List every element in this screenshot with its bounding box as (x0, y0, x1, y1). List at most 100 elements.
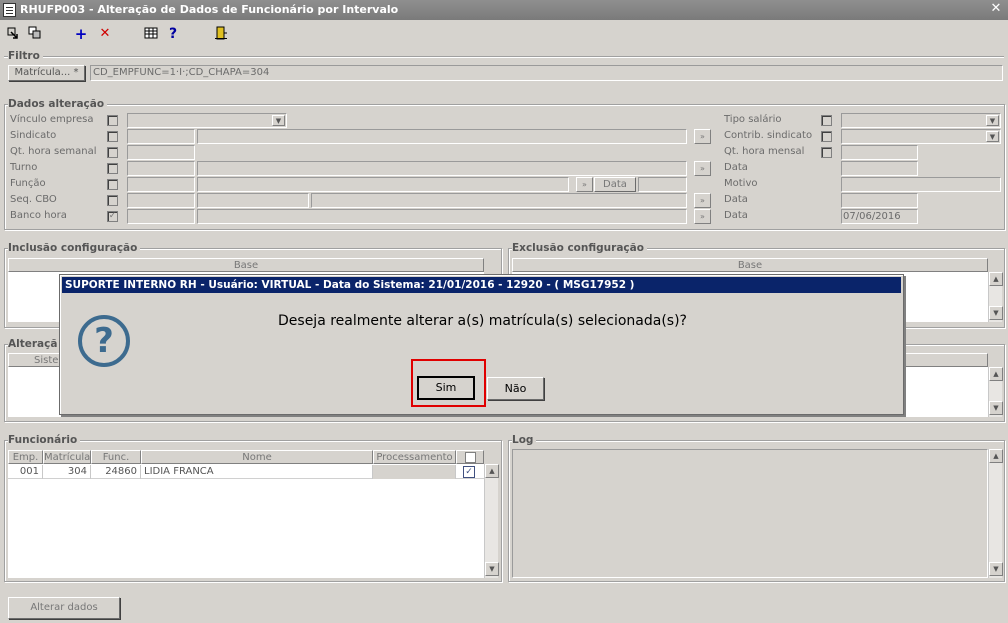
exit-door-icon[interactable] (212, 26, 230, 42)
window-title-bar: RHUFP003 - Alteração de Dados de Funcion… (0, 0, 1008, 20)
cell-func: 24860 (91, 465, 141, 479)
checkbox-sindicato[interactable] (107, 131, 118, 142)
checkbox-seq-cbo[interactable] (107, 195, 118, 206)
exclusao-scrollbar[interactable]: ▲ ▼ (988, 272, 1003, 322)
funcionario-scrollbar[interactable]: ▲ ▼ (484, 464, 499, 578)
funcao-data-field[interactable] (638, 177, 687, 192)
col-nome[interactable]: Nome (141, 450, 373, 464)
scroll-up-icon[interactable]: ▲ (989, 449, 1003, 463)
matricula-button[interactable]: Matrícula... * (8, 65, 85, 81)
label-banco-hora: Banco hora (10, 210, 67, 221)
cell-matricula: 304 (43, 465, 91, 479)
alteracao-title: Alteraçã (8, 338, 61, 350)
checkbox-qt-hora-mensal[interactable] (821, 147, 832, 158)
funcionario-list[interactable]: 001 304 24860 LIDIA FRANCA ✓ (8, 464, 484, 578)
scroll-down-icon[interactable]: ▼ (989, 306, 1003, 320)
checkbox-vinculo-empresa[interactable] (107, 115, 118, 126)
motivo-field[interactable] (841, 177, 1001, 192)
funcao-code-field[interactable] (127, 177, 195, 192)
funcao-zoom-icon[interactable]: » (576, 177, 593, 192)
vinculo-empresa-select[interactable]: ▼ (127, 113, 287, 128)
checkbox-tipo-salario[interactable] (821, 115, 832, 126)
contrib-sindicato-select[interactable]: ▼ (841, 129, 1001, 144)
label-qt-hora-semanal: Qt. hora semanal (10, 146, 97, 157)
help-icon[interactable]: ? (164, 26, 182, 42)
checkbox-qt-hora-semanal[interactable] (107, 147, 118, 158)
first-record-icon[interactable] (4, 26, 22, 42)
chevron-down-icon[interactable]: ▼ (986, 131, 999, 142)
alteracao-scrollbar[interactable]: ▲ ▼ (988, 367, 1003, 417)
turno-name-field[interactable] (197, 161, 687, 176)
filtro-expression-field[interactable]: CD_EMPFUNC=1·I·;CD_CHAPA=304 (90, 65, 1003, 81)
banco-hora-zoom-icon[interactable]: » (694, 209, 711, 224)
label-turno-data: Data (724, 162, 748, 173)
turno-code-field[interactable] (127, 161, 195, 176)
col-emp[interactable]: Emp. (8, 450, 43, 464)
dialog-title: SUPORTE INTERNO RH - Usuário: VIRTUAL - … (62, 277, 901, 293)
turno-data-field[interactable] (841, 161, 918, 176)
seq-cbo-code-field[interactable] (127, 193, 195, 208)
label-seq-cbo-data: Data (724, 194, 748, 205)
table-row[interactable]: 001 304 24860 LIDIA FRANCA ✓ (8, 465, 484, 479)
select-all-checkbox[interactable] (464, 452, 476, 463)
funcionario-header: Emp. Matrícula Func. Nome Processamento (8, 450, 484, 464)
log-textarea[interactable] (512, 449, 988, 578)
filtro-title: Filtro (8, 50, 43, 62)
turno-zoom-icon[interactable]: » (694, 161, 711, 176)
scroll-down-icon[interactable]: ▼ (485, 562, 499, 576)
sindicato-zoom-icon[interactable]: » (694, 129, 711, 144)
log-scrollbar[interactable]: ▲ ▼ (988, 449, 1003, 578)
funcao-name-field[interactable] (197, 177, 569, 192)
chevron-down-icon[interactable]: ▼ (272, 115, 285, 126)
label-tipo-salario: Tipo salário (724, 114, 782, 125)
scroll-down-icon[interactable]: ▼ (989, 562, 1003, 576)
label-motivo: Motivo (724, 178, 758, 189)
close-icon[interactable]: ✕ (988, 2, 1004, 17)
alterar-dados-button[interactable]: Alterar dados (8, 597, 120, 619)
sim-button[interactable]: Sim (417, 376, 475, 400)
checkbox-contrib-sindicato[interactable] (821, 131, 832, 142)
seq-cbo-name-field[interactable] (311, 193, 687, 208)
app-icon (3, 3, 16, 17)
exclusao-header-base[interactable]: Base (512, 258, 988, 272)
funcao-data-label: Data (594, 177, 636, 192)
label-seq-cbo: Seq. CBO (10, 194, 57, 205)
col-processamento[interactable]: Processamento (373, 450, 456, 464)
banco-hora-code-field[interactable] (127, 209, 195, 224)
scroll-up-icon[interactable]: ▲ (989, 272, 1003, 286)
toolbar: + ✕ ? (0, 22, 1008, 46)
scroll-up-icon[interactable]: ▲ (989, 367, 1003, 381)
sindicato-name-field[interactable] (197, 129, 687, 144)
col-func[interactable]: Func. (91, 450, 141, 464)
label-contrib-sindicato: Contrib. sindicato (724, 130, 813, 141)
checkbox-turno[interactable] (107, 163, 118, 174)
checkbox-banco-hora[interactable]: ✓ (107, 211, 118, 222)
scroll-up-icon[interactable]: ▲ (485, 464, 499, 478)
funcionario-title: Funcionário (8, 434, 81, 446)
chevron-down-icon[interactable]: ▼ (986, 115, 999, 126)
tipo-salario-select[interactable]: ▼ (841, 113, 1001, 128)
inclusao-title: Inclusão configuração (8, 242, 141, 254)
banco-hora-name-field[interactable] (197, 209, 687, 224)
banco-hora-data-field[interactable]: 07/06/2016 (841, 209, 918, 224)
copy-records-icon[interactable] (26, 26, 44, 42)
col-matricula[interactable]: Matrícula (43, 450, 91, 464)
cell-emp: 001 (8, 465, 43, 479)
nao-button[interactable]: Não (487, 377, 544, 400)
col-select-all[interactable] (456, 450, 484, 464)
dialog-message: Deseja realmente alterar a(s) matrícula(… (278, 313, 687, 329)
checkbox-funcao[interactable] (107, 179, 118, 190)
scroll-down-icon[interactable]: ▼ (989, 401, 1003, 415)
window-title: RHUFP003 - Alteração de Dados de Funcion… (20, 3, 399, 16)
row-checkbox[interactable]: ✓ (463, 466, 475, 478)
inclusao-header-base[interactable]: Base (8, 258, 484, 272)
sindicato-code-field[interactable] (127, 129, 195, 144)
qt-hora-mensal-field[interactable] (841, 145, 918, 160)
seq-cbo-zoom-icon[interactable]: » (694, 193, 711, 208)
add-icon[interactable]: + (72, 26, 90, 42)
grid-view-icon[interactable] (142, 26, 160, 42)
qt-hora-semanal-field[interactable] (127, 145, 195, 160)
delete-icon[interactable]: ✕ (96, 26, 114, 42)
seq-cbo-data-field[interactable] (841, 193, 918, 208)
seq-cbo-field-2[interactable] (197, 193, 309, 208)
